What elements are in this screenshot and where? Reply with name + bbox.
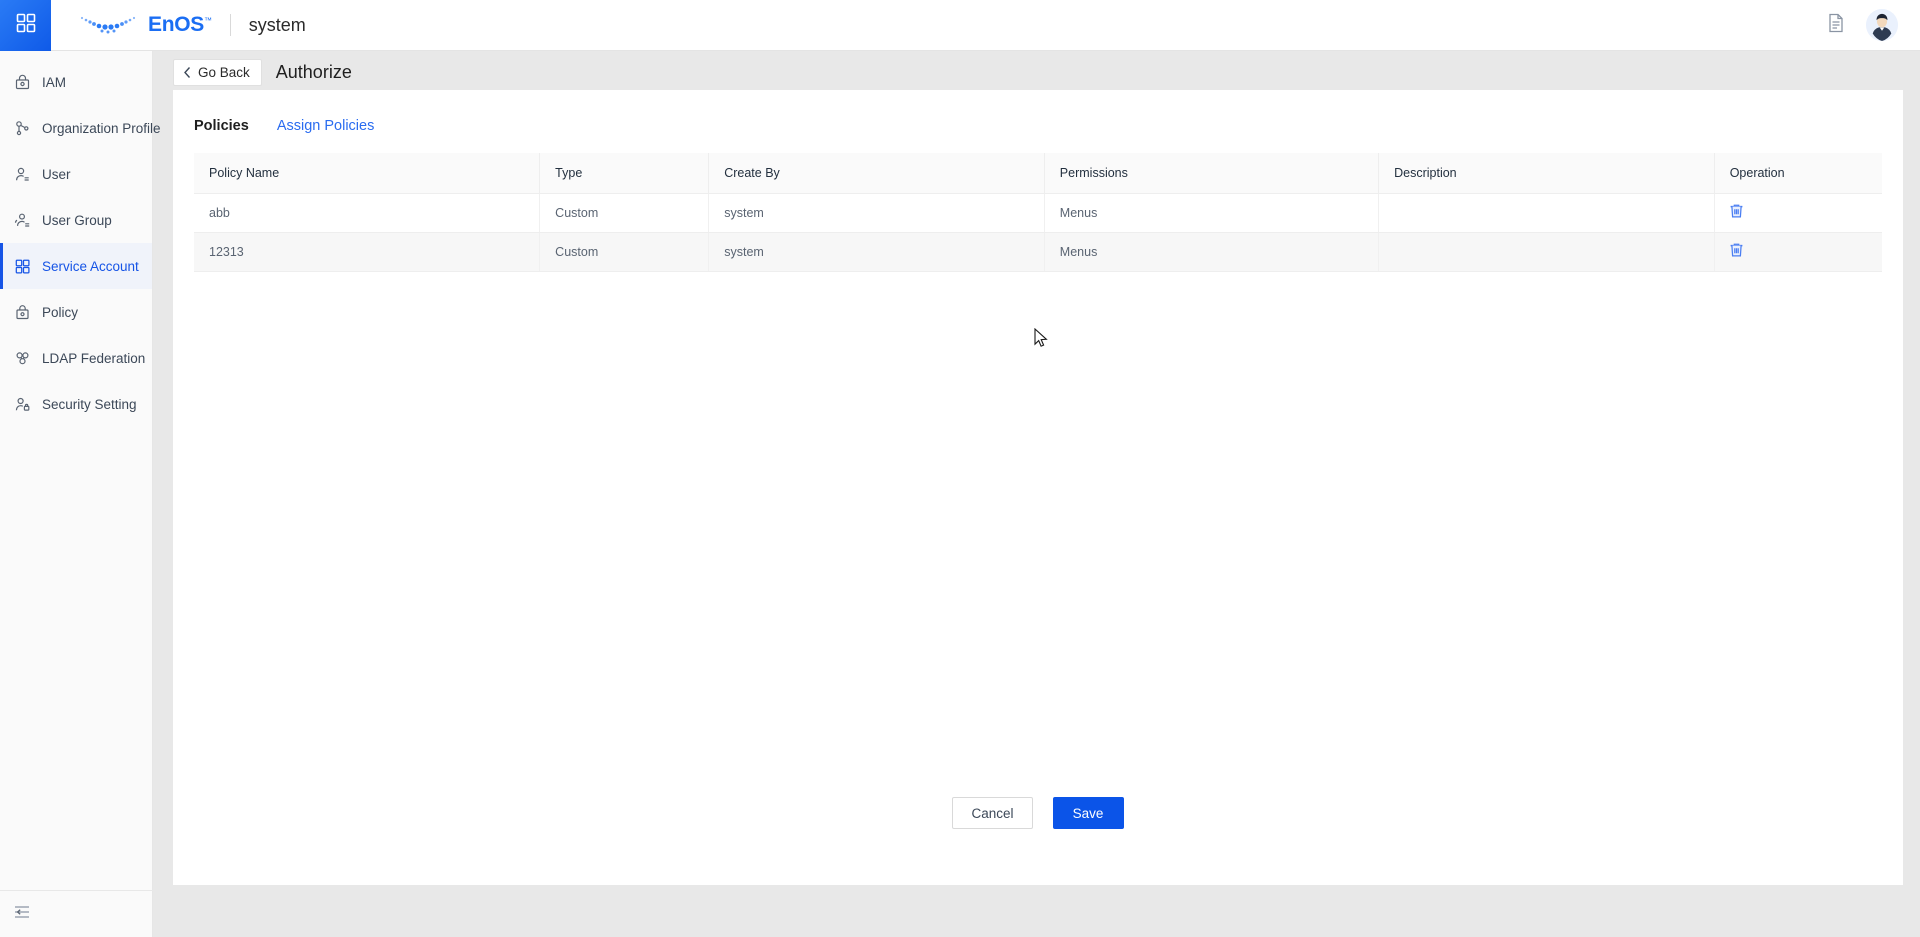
lock-shield-icon bbox=[13, 73, 31, 91]
go-back-button[interactable]: Go Back bbox=[173, 59, 262, 86]
cell-permissions: Menus bbox=[1044, 232, 1378, 271]
cell-operation bbox=[1714, 232, 1882, 271]
cell-type: Custom bbox=[540, 232, 709, 271]
policy-lock-icon bbox=[13, 303, 31, 321]
column-header-description: Description bbox=[1379, 153, 1715, 193]
grid-apps-icon bbox=[15, 12, 37, 39]
sidebar-item-policy[interactable]: Policy bbox=[0, 289, 152, 335]
cell-create-by: system bbox=[709, 193, 1045, 232]
go-back-label: Go Back bbox=[198, 65, 250, 80]
sidebar-item-security-setting[interactable]: Security Setting bbox=[0, 381, 152, 427]
table-header-row: Policy Name Type Create By Permissions D… bbox=[194, 153, 1882, 193]
cell-description bbox=[1379, 193, 1715, 232]
sidebar-item-label: IAM bbox=[42, 75, 66, 90]
sidebar-footer bbox=[0, 890, 153, 937]
brand-logo[interactable]: EnOS™ bbox=[79, 13, 212, 37]
sidebar-nav: IAM Organization Profile bbox=[0, 51, 152, 427]
header-divider bbox=[230, 14, 231, 36]
top-bar: EnOS™ system bbox=[0, 0, 1920, 51]
sidebar-item-label: Service Account bbox=[42, 259, 139, 274]
org-node-icon bbox=[13, 119, 31, 137]
table-row[interactable]: 12313 Custom system Menus bbox=[194, 232, 1882, 271]
sidebar-item-user[interactable]: User bbox=[0, 151, 152, 197]
sidebar-item-label: Organization Profile bbox=[42, 121, 161, 136]
cell-policy-name: abb bbox=[194, 193, 540, 232]
grid-squares-icon bbox=[13, 257, 31, 275]
chevron-left-icon bbox=[183, 66, 192, 79]
authorize-card: Policies Assign Policies Policy Name Typ… bbox=[173, 90, 1903, 885]
column-header-type: Type bbox=[540, 153, 709, 193]
policies-table: Policy Name Type Create By Permissions D… bbox=[194, 153, 1882, 272]
table-header: Policy Name Type Create By Permissions D… bbox=[194, 153, 1882, 193]
sidebar-item-ldap-federation[interactable]: LDAP Federation bbox=[0, 335, 152, 381]
tab-bar: Policies Assign Policies bbox=[173, 90, 1903, 134]
cell-type: Custom bbox=[540, 193, 709, 232]
column-header-operation: Operation bbox=[1714, 153, 1882, 193]
sidebar-item-service-account[interactable]: Service Account bbox=[0, 243, 152, 289]
top-bar-actions bbox=[1826, 9, 1920, 41]
table-row[interactable]: abb Custom system Menus bbox=[194, 193, 1882, 232]
table-body: abb Custom system Menus bbox=[194, 193, 1882, 271]
cell-policy-name: 12313 bbox=[194, 232, 540, 271]
sidebar-item-user-group[interactable]: User Group bbox=[0, 197, 152, 243]
save-button[interactable]: Save bbox=[1053, 797, 1124, 829]
app-launcher-button[interactable] bbox=[0, 0, 51, 51]
sidebar: IAM Organization Profile bbox=[0, 51, 153, 937]
user-lock-icon bbox=[13, 395, 31, 413]
brand-name: EnOS™ bbox=[148, 13, 212, 37]
column-header-permissions: Permissions bbox=[1044, 153, 1378, 193]
sidebar-item-label: Security Setting bbox=[42, 397, 137, 412]
network-nodes-icon bbox=[13, 349, 31, 367]
trash-delete-icon[interactable] bbox=[1729, 203, 1744, 219]
enos-swoosh-icon bbox=[79, 14, 141, 36]
policies-table-container: Policy Name Type Create By Permissions D… bbox=[173, 134, 1903, 272]
sidebar-item-label: LDAP Federation bbox=[42, 351, 145, 366]
avatar[interactable] bbox=[1866, 9, 1898, 41]
sidebar-item-iam[interactable]: IAM bbox=[0, 59, 152, 105]
tab-policies[interactable]: Policies bbox=[194, 118, 249, 134]
page-content: Go Back Authorize Policies Assign Polici… bbox=[153, 51, 1920, 937]
column-header-create-by: Create By bbox=[709, 153, 1045, 193]
cell-description bbox=[1379, 232, 1715, 271]
tab-assign-policies[interactable]: Assign Policies bbox=[277, 118, 375, 134]
collapse-sidebar-icon[interactable] bbox=[13, 904, 31, 925]
cell-operation bbox=[1714, 193, 1882, 232]
sidebar-item-label: User Group bbox=[42, 213, 112, 228]
user-group-icon bbox=[13, 211, 31, 229]
app-name-label: system bbox=[249, 15, 306, 36]
sidebar-item-label: User bbox=[42, 167, 71, 182]
column-header-policy-name: Policy Name bbox=[194, 153, 540, 193]
sidebar-item-organization-profile[interactable]: Organization Profile bbox=[0, 105, 152, 151]
document-icon[interactable] bbox=[1826, 12, 1846, 39]
page-header: Go Back Authorize bbox=[153, 51, 1920, 93]
user-icon bbox=[13, 165, 31, 183]
sidebar-item-label: Policy bbox=[42, 305, 78, 320]
page-title: Authorize bbox=[276, 62, 352, 83]
cell-permissions: Menus bbox=[1044, 193, 1378, 232]
card-footer-actions: Cancel Save bbox=[173, 797, 1903, 829]
cancel-button[interactable]: Cancel bbox=[952, 797, 1032, 829]
cell-create-by: system bbox=[709, 232, 1045, 271]
trash-delete-icon[interactable] bbox=[1729, 242, 1744, 258]
